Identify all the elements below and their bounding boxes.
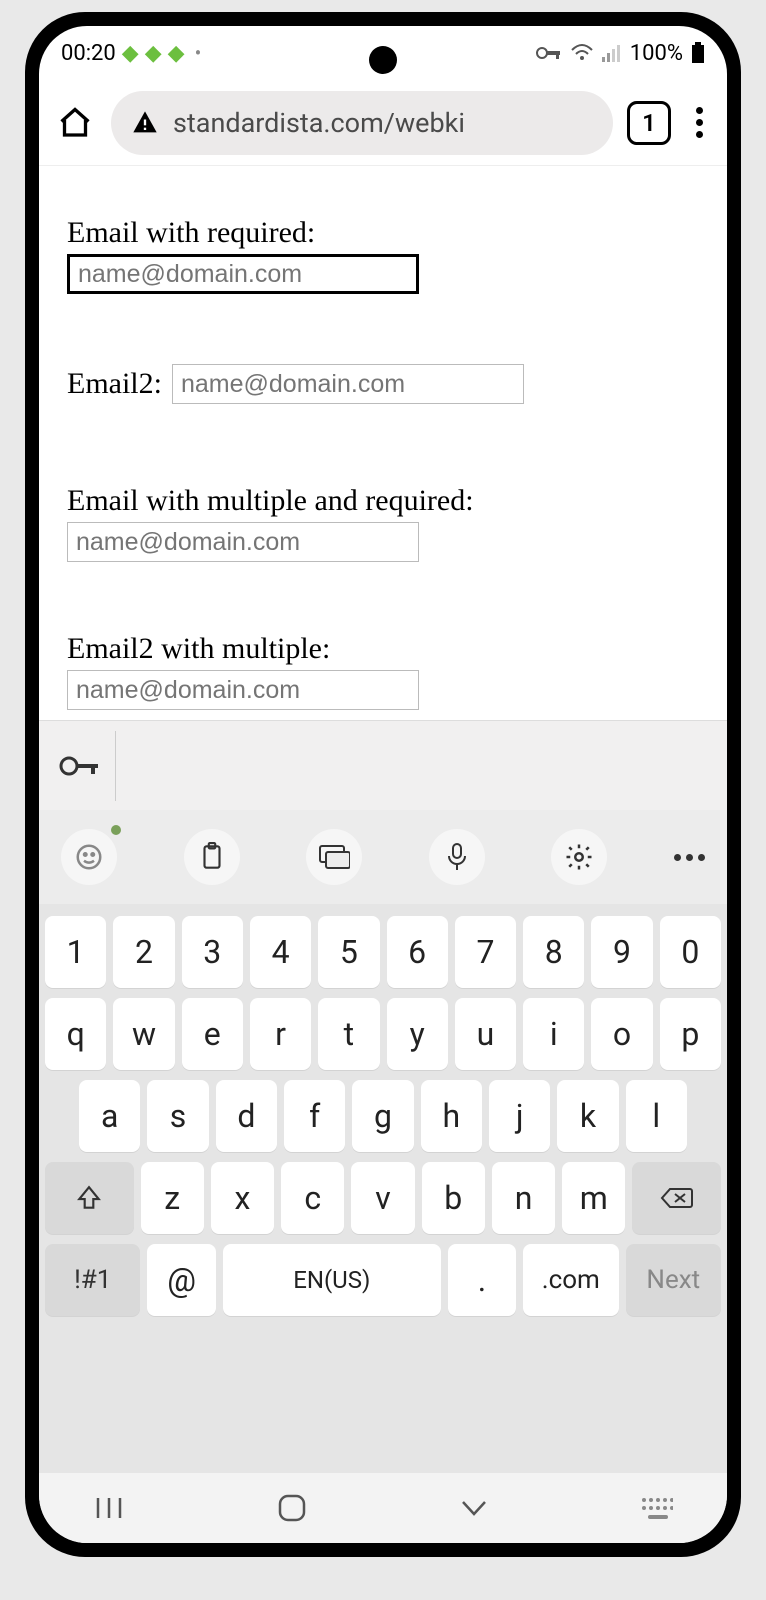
at-key[interactable]: @ — [147, 1244, 215, 1316]
key-2[interactable]: 2 — [113, 916, 174, 988]
key-b[interactable]: b — [422, 1162, 485, 1234]
key-w[interactable]: w — [113, 998, 174, 1070]
key-i[interactable]: i — [523, 998, 584, 1070]
keyboard-toolbar — [39, 810, 727, 904]
email2-multiple-input[interactable] — [67, 670, 419, 710]
keyboard-switch-button[interactable] — [627, 1497, 687, 1519]
soft-keyboard: 1234567890 qwertyuiop asdfghjkl zxcvbnm … — [39, 904, 727, 1473]
emoji-button[interactable] — [61, 829, 117, 885]
key-3[interactable]: 3 — [182, 916, 243, 988]
battery-text: 100% — [630, 41, 683, 66]
battery-icon — [691, 42, 705, 64]
field-label: Email with multiple and required: — [67, 484, 699, 518]
home-button[interactable] — [53, 101, 97, 145]
key-j[interactable]: j — [489, 1080, 550, 1152]
key-v[interactable]: v — [351, 1162, 414, 1234]
key-9[interactable]: 9 — [591, 916, 652, 988]
key-t[interactable]: t — [318, 998, 379, 1070]
password-suggest-bar — [39, 720, 727, 810]
key-6[interactable]: 6 — [387, 916, 448, 988]
password-key-icon[interactable] — [55, 741, 105, 791]
key-1[interactable]: 1 — [45, 916, 106, 988]
recents-button[interactable] — [79, 1495, 139, 1521]
android-nav-bar — [39, 1473, 727, 1543]
notif-icon: ◆ — [122, 41, 139, 66]
field-label: Email with required: — [67, 216, 699, 250]
key-s[interactable]: s — [147, 1080, 208, 1152]
home-nav-button[interactable] — [262, 1492, 322, 1524]
email2-input[interactable] — [172, 364, 524, 404]
vpn-icon — [536, 44, 562, 62]
shift-key[interactable] — [45, 1162, 134, 1234]
key-o[interactable]: o — [591, 998, 652, 1070]
key-p[interactable]: p — [660, 998, 721, 1070]
field-label: Email2 with multiple: — [67, 632, 699, 666]
email-multiple-required-input[interactable] — [67, 522, 419, 562]
not-secure-icon — [131, 109, 159, 137]
menu-button[interactable] — [685, 107, 713, 138]
mic-button[interactable] — [429, 829, 485, 885]
key-d[interactable]: d — [216, 1080, 277, 1152]
browser-toolbar: standardista.com/webki 1 — [39, 80, 727, 166]
space-key[interactable]: EN(US) — [223, 1244, 441, 1316]
key-h[interactable]: h — [421, 1080, 482, 1152]
settings-button[interactable] — [551, 829, 607, 885]
email-required-input[interactable] — [67, 254, 419, 294]
key-7[interactable]: 7 — [455, 916, 516, 988]
key-z[interactable]: z — [141, 1162, 204, 1234]
backspace-key[interactable] — [632, 1162, 721, 1234]
url-text: standardista.com/webki — [173, 107, 465, 139]
key-a[interactable]: a — [79, 1080, 140, 1152]
clipboard-button[interactable] — [184, 829, 240, 885]
key-5[interactable]: 5 — [318, 916, 379, 988]
key-u[interactable]: u — [455, 998, 516, 1070]
key-0[interactable]: 0 — [660, 916, 721, 988]
notif-icon: ◆ — [145, 41, 162, 66]
front-camera — [369, 46, 397, 74]
key-x[interactable]: x — [211, 1162, 274, 1234]
key-g[interactable]: g — [352, 1080, 413, 1152]
toolbar-more-button[interactable] — [674, 854, 705, 861]
key-l[interactable]: l — [626, 1080, 687, 1152]
signal-icon — [602, 44, 622, 62]
key-y[interactable]: y — [387, 998, 448, 1070]
key-r[interactable]: r — [250, 998, 311, 1070]
key-q[interactable]: q — [45, 998, 106, 1070]
symbols-key[interactable]: !#1 — [45, 1244, 140, 1316]
key-m[interactable]: m — [562, 1162, 625, 1234]
clock: 00:20 — [61, 41, 116, 66]
tab-count: 1 — [642, 109, 656, 137]
period-key[interactable]: . — [448, 1244, 516, 1316]
key-8[interactable]: 8 — [523, 916, 584, 988]
separator — [115, 731, 116, 801]
key-k[interactable]: k — [557, 1080, 618, 1152]
url-bar[interactable]: standardista.com/webki — [111, 91, 613, 155]
key-4[interactable]: 4 — [250, 916, 311, 988]
notif-more-icon: • — [195, 41, 202, 65]
tabs-button[interactable]: 1 — [627, 101, 671, 145]
key-e[interactable]: e — [182, 998, 243, 1070]
webpage-content: Email with required: Email2: Email with … — [39, 166, 727, 720]
wifi-icon — [570, 43, 594, 63]
field-label: Email2: — [67, 367, 162, 401]
notif-icon: ◆ — [168, 41, 185, 66]
next-key[interactable]: Next — [626, 1244, 721, 1316]
key-f[interactable]: f — [284, 1080, 345, 1152]
key-n[interactable]: n — [492, 1162, 555, 1234]
back-button[interactable] — [444, 1498, 504, 1518]
keyboard-mode-button[interactable] — [306, 829, 362, 885]
key-c[interactable]: c — [281, 1162, 344, 1234]
dotcom-key[interactable]: .com — [523, 1244, 618, 1316]
